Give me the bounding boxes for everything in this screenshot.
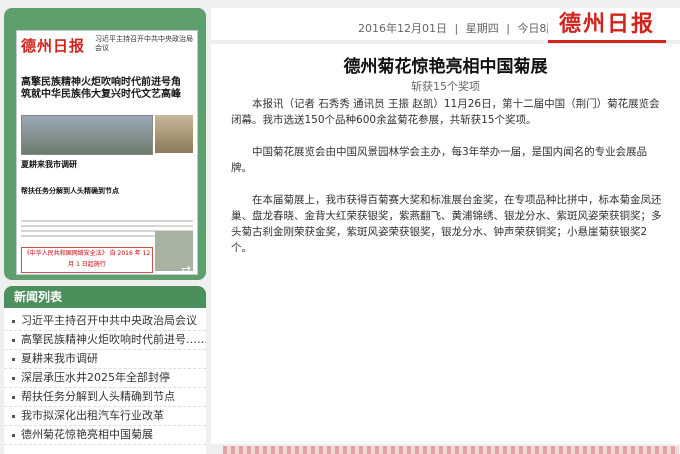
right-column: 2016年12月01日 | 星期四 | 今日8版 德州日报 德州菊花惊艳亮相中国… xyxy=(211,0,680,454)
article-headline: 德州菊花惊艳亮相中国菊展 xyxy=(343,57,548,77)
news-item-title[interactable]: 高擎民族精神火炬吹响时代前进号…… xyxy=(21,333,206,346)
news-item-title[interactable]: 深层承压水井2025年全部封停 xyxy=(21,371,170,384)
article-paragraph: 中国菊花展览会由中国风景园林学会主办，每3年举办一届，是国内闻名的专业会展品牌。 xyxy=(231,146,648,174)
news-list-item[interactable]: 习近平主持召开中共中央政治局会议 xyxy=(4,312,206,331)
top-bar: 2016年12月01日 | 星期四 | 今日8版 德州日报 xyxy=(211,8,680,43)
newspaper-page-thumbnail[interactable]: 德州日报 习近平主持召开中共中央政治局会议 高擎民族精神火炬吹响时代前进号角 筑… xyxy=(16,30,198,275)
article-body: 本报讯（记者 石秀秀 通讯员 王振 赵凯）11月26日，第十二届中国（荆门）菊花… xyxy=(231,96,667,272)
news-list-header: 新闻列表 xyxy=(4,286,206,308)
left-column: 德州日报 习近平主持召开中共中央政治局会议 高擎民族精神火炬吹响时代前进号角 筑… xyxy=(0,0,210,454)
masthead-underline xyxy=(548,40,666,43)
date-text: 2016年12月01日 xyxy=(358,22,447,35)
news-list-item[interactable]: 我市拟深化出租汽车行业改革 xyxy=(4,407,206,426)
thumbnail-headline-2: 夏耕来我市调研 xyxy=(21,160,77,169)
thumbnail-photo-small xyxy=(155,115,193,153)
news-list-item[interactable]: 高擎民族精神火炬吹响时代前进号…… xyxy=(4,331,206,350)
masthead-logo[interactable]: 德州日报 xyxy=(548,8,666,40)
thumbnail-logo: 德州日报 xyxy=(21,37,86,55)
thumbnail-masthead: 德州日报 xyxy=(21,35,91,59)
news-list-item[interactable]: 夏耕来我市调研 xyxy=(4,350,206,369)
bullet-icon xyxy=(12,319,15,323)
bullet-icon xyxy=(12,414,15,418)
thumbnail-top-headline: 习近平主持召开中共中央政治局会议 xyxy=(95,35,193,52)
news-item-title[interactable]: 我市拟深化出租汽车行业改革 xyxy=(21,409,164,422)
separator: | xyxy=(506,22,510,35)
article-paragraph: 本报讯（记者 石秀秀 通讯员 王振 赵凯）11月26日，第十二届中国（荆门）菊花… xyxy=(231,98,660,126)
news-list-panel: 新闻列表 习近平主持召开中共中央政治局会议 高擎民族精神火炬吹响时代前进号…… … xyxy=(4,286,206,454)
news-list: 习近平主持召开中共中央政治局会议 高擎民族精神火炬吹响时代前进号…… 夏耕来我市… xyxy=(4,312,206,445)
newspaper-preview-panel: 德州日报 习近平主持召开中共中央政治局会议 高擎民族精神火炬吹响时代前进号角 筑… xyxy=(4,8,206,280)
bullet-icon xyxy=(12,376,15,380)
news-item-title[interactable]: 帮扶任务分解到人头精确到节点 xyxy=(21,390,175,403)
news-list-item[interactable]: 德州菊花惊艳亮相中国菊展 xyxy=(4,426,206,445)
bullet-icon xyxy=(12,395,15,399)
bullet-icon xyxy=(12,357,15,361)
news-list-item[interactable]: 帮扶任务分解到人头精确到节点 xyxy=(4,388,206,407)
article-paragraph: 在本届菊展上，我市获得百菊赛大奖和标准展台金奖，在专项品种比拼中，标本菊金凤还巢… xyxy=(231,194,662,254)
news-item-title[interactable]: 习近平主持召开中共中央政治局会议 xyxy=(21,314,197,327)
thumbnail-headline-3: 帮扶任务分解到人头精确到节点 xyxy=(21,187,119,195)
decorative-bottom-strip xyxy=(223,446,679,454)
article-subhead: 斩获15个奖项 xyxy=(411,80,480,93)
news-item-title[interactable]: 夏耕来我市调研 xyxy=(21,352,98,365)
news-item-title[interactable]: 德州菊花惊艳亮相中国菊展 xyxy=(21,428,153,441)
refresh-icon[interactable]: ⇄ xyxy=(178,264,194,276)
dateline: 2016年12月01日 | 星期四 | 今日8版 xyxy=(356,20,559,36)
thumbnail-main-headline: 高擎民族精神火炬吹响时代前进号角 筑就中华民族伟大复兴时代文艺高峰 xyxy=(21,77,181,100)
thumbnail-photo xyxy=(21,115,153,155)
article: 德州菊花惊艳亮相中国菊展 斩获15个奖项 本报讯（记者 石秀秀 通讯员 王振 赵… xyxy=(211,44,680,444)
bullet-icon xyxy=(12,338,15,342)
weekday-text: 星期四 xyxy=(465,22,499,35)
news-list-item[interactable]: 深层承压水井2025年全部封停 xyxy=(4,369,206,388)
bullet-icon xyxy=(12,433,15,437)
separator: | xyxy=(454,22,459,35)
thumbnail-footer-banner: 《中华人民共和国网络安全法》 自 2016 年 12 月 1 日起施行 xyxy=(21,247,153,273)
